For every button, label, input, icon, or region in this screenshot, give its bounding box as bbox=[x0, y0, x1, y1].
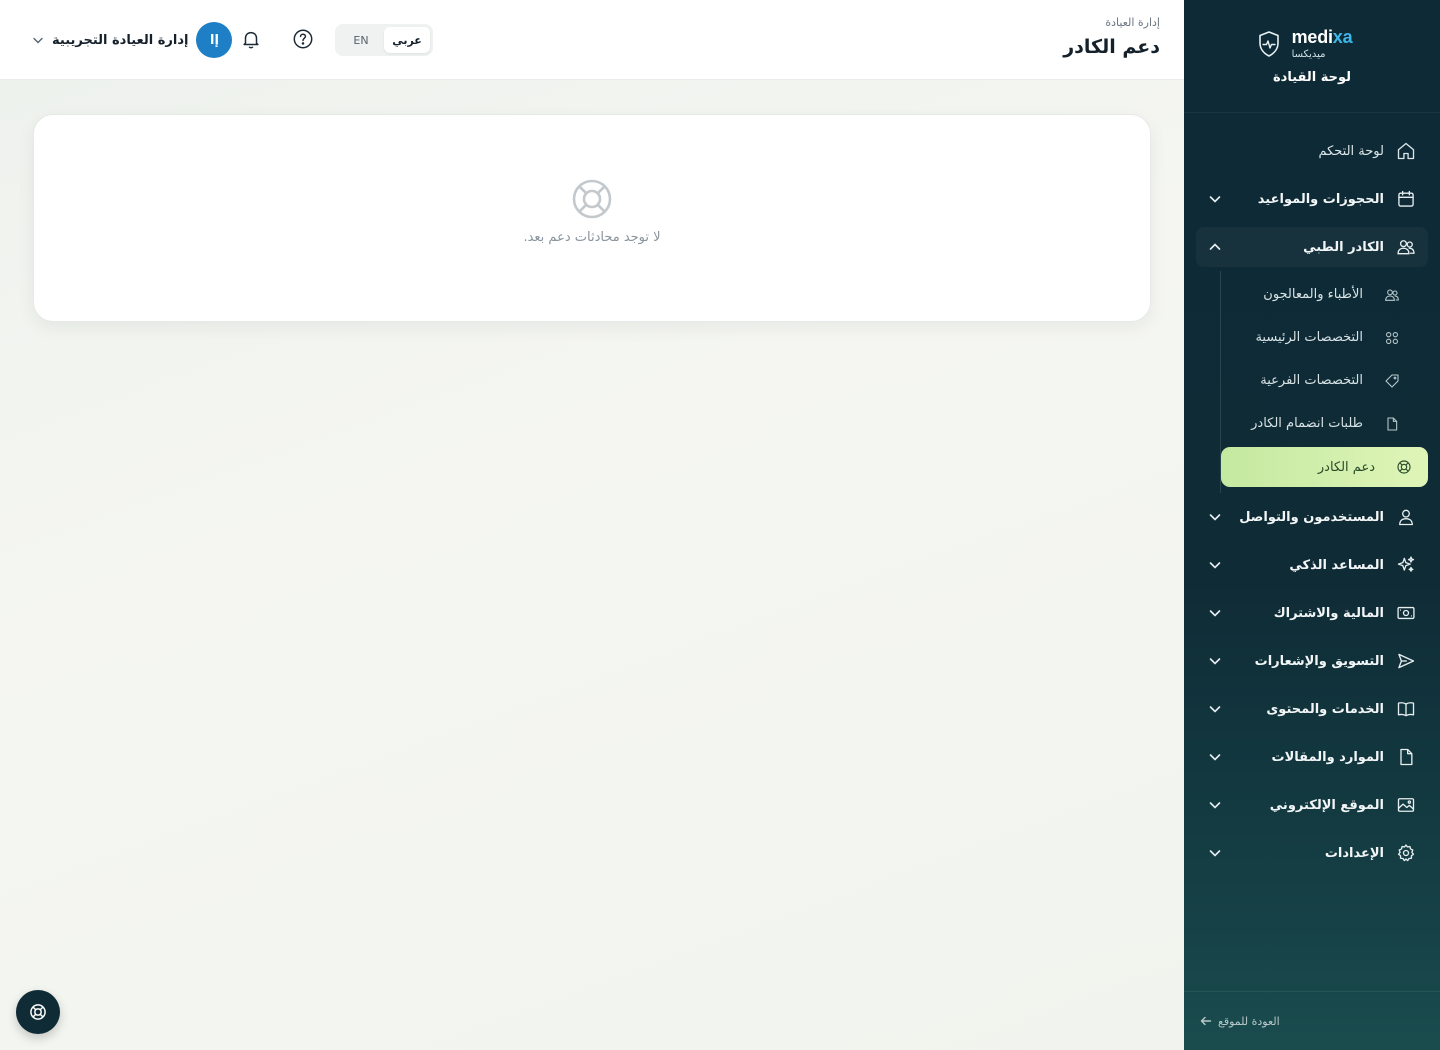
avatar: إا bbox=[196, 22, 233, 58]
sidebar-item-label: الحجوزات والمواعيد bbox=[1257, 191, 1384, 207]
chevron-down-icon bbox=[1209, 658, 1221, 665]
grid-icon bbox=[1385, 331, 1399, 344]
breadcrumb[interactable]: إدارة العيادة bbox=[1105, 16, 1160, 29]
chevron-down-icon bbox=[1209, 610, 1221, 617]
brand: medixa ميديكسا لوحة القيادة bbox=[1184, 0, 1440, 112]
sidebar-item-medical-staff[interactable]: الكادر الطبي bbox=[1196, 227, 1428, 267]
sidebar-item-ai-assistant[interactable]: المساعد الذكي bbox=[1184, 541, 1440, 589]
submenu-item-label: دعم الكادر bbox=[1317, 459, 1375, 475]
chevron-up-icon bbox=[1209, 243, 1221, 250]
sidebar-item-services[interactable]: الخدمات والمحتوى bbox=[1184, 685, 1440, 733]
chevron-down-icon bbox=[1209, 754, 1221, 761]
users-icon bbox=[1397, 240, 1415, 255]
sidebar-submenu-medical-staff: الأطباء والمعالجون التخصصات الرئيسية الت… bbox=[1220, 271, 1428, 493]
sidebar-item-label: لوحة التحكم bbox=[1318, 143, 1384, 159]
user-icon bbox=[1399, 509, 1413, 526]
language-switcher: EN عربي bbox=[335, 24, 433, 56]
sidebar-item-label: الإعدادات bbox=[1324, 845, 1384, 861]
submenu-item-label: التخصصات الفرعية bbox=[1260, 373, 1363, 388]
bell-icon bbox=[243, 31, 259, 49]
submenu-item-doctors[interactable]: الأطباء والمعالجون bbox=[1221, 273, 1428, 316]
lifebuoy-icon bbox=[30, 1004, 46, 1020]
sidebar-item-marketing[interactable]: التسويق والإشعارات bbox=[1184, 637, 1440, 685]
chevron-down-icon bbox=[1209, 706, 1221, 713]
top-header: إدارة العيادة دعم الكادر EN عربي إدارة ا… bbox=[0, 0, 1184, 80]
notifications-button[interactable] bbox=[236, 24, 266, 54]
main-content: لا توجد محادثات دعم بعد. bbox=[0, 80, 1184, 1050]
image-icon bbox=[1397, 798, 1415, 812]
brand-name-en: medixa bbox=[1291, 26, 1353, 47]
dashboard-subtitle: لوحة القيادة bbox=[1272, 69, 1352, 85]
send-icon bbox=[1398, 653, 1415, 669]
chevron-down-icon bbox=[1209, 562, 1221, 569]
lifebuoy-icon bbox=[1397, 460, 1411, 474]
gear-icon bbox=[1397, 844, 1415, 862]
sidebar-item-label: الكادر الطبي bbox=[1303, 239, 1384, 255]
sidebar-item-label: المساعد الذكي bbox=[1289, 557, 1384, 573]
lifebuoy-icon bbox=[572, 179, 612, 218]
users-icon bbox=[1385, 288, 1399, 301]
book-icon bbox=[1397, 702, 1415, 717]
chevron-down-icon bbox=[1209, 850, 1221, 857]
home-icon bbox=[1397, 142, 1415, 160]
sidebar-item-resources[interactable]: الموارد والمقالات bbox=[1184, 733, 1440, 781]
chevron-down-icon bbox=[1209, 802, 1221, 809]
lang-en-button[interactable]: EN bbox=[338, 27, 384, 53]
back-to-site-link[interactable]: العودة للموقع bbox=[1184, 991, 1440, 1050]
calendar-icon bbox=[1398, 190, 1414, 207]
sidebar-item-bookings[interactable]: الحجوزات والمواعيد bbox=[1184, 175, 1440, 223]
sidebar-item-label: الخدمات والمحتوى bbox=[1266, 701, 1384, 717]
sidebar-item-settings[interactable]: الإعدادات bbox=[1184, 829, 1440, 877]
file-icon bbox=[1387, 416, 1398, 431]
back-to-site-label: العودة للموقع bbox=[1218, 1014, 1280, 1028]
help-circle-icon bbox=[293, 29, 313, 49]
sparkles-icon bbox=[1397, 556, 1415, 572]
sidebar-item-website[interactable]: الموقع الإلكتروني bbox=[1184, 781, 1440, 829]
sidebar-item-label: الموارد والمقالات bbox=[1271, 749, 1384, 765]
sidebar-item-label: المستخدمون والتواصل bbox=[1239, 509, 1384, 525]
money-icon bbox=[1397, 606, 1415, 620]
file-icon bbox=[1400, 748, 1413, 766]
brand-text: medixa ميديكسا bbox=[1292, 28, 1353, 60]
tag-icon bbox=[1385, 373, 1399, 388]
chevron-down-icon bbox=[33, 37, 43, 44]
sidebar-item-dashboard[interactable]: لوحة التحكم bbox=[1184, 127, 1440, 175]
submenu-item-label: التخصصات الرئيسية bbox=[1255, 330, 1363, 345]
empty-state-message: لا توجد محادثات دعم بعد. bbox=[523, 229, 661, 245]
help-button[interactable] bbox=[288, 24, 318, 54]
sidebar-item-users[interactable]: المستخدمون والتواصل bbox=[1184, 493, 1440, 541]
empty-state-card: لا توجد محادثات دعم بعد. bbox=[33, 114, 1151, 322]
sidebar-item-finance[interactable]: المالية والاشتراك bbox=[1184, 589, 1440, 637]
support-fab-button[interactable] bbox=[16, 990, 60, 1034]
user-menu[interactable]: إدارة العيادة التجريبية إا bbox=[32, 22, 233, 58]
lang-ar-button[interactable]: عربي bbox=[384, 27, 430, 53]
shield-heartbeat-icon bbox=[1258, 30, 1279, 57]
chevron-down-icon bbox=[1209, 196, 1221, 203]
submenu-item-staff-support[interactable]: دعم الكادر bbox=[1221, 447, 1428, 487]
user-name: إدارة العيادة التجريبية bbox=[52, 32, 189, 48]
sidebar: medixa ميديكسا لوحة القيادة لوحة التحكم … bbox=[1184, 0, 1440, 1050]
brand-name-ar: ميديكسا bbox=[1291, 48, 1326, 60]
submenu-item-sub-specialties[interactable]: التخصصات الفرعية bbox=[1221, 359, 1428, 402]
sidebar-item-label: المالية والاشتراك bbox=[1273, 605, 1384, 621]
arrow-left-icon bbox=[1200, 1016, 1212, 1026]
page-title: دعم الكادر bbox=[1063, 36, 1160, 58]
submenu-item-label: الأطباء والمعالجون bbox=[1263, 287, 1363, 302]
submenu-item-label: طلبات انضمام الكادر bbox=[1251, 416, 1363, 431]
submenu-item-main-specialties[interactable]: التخصصات الرئيسية bbox=[1221, 316, 1428, 359]
submenu-item-join-requests[interactable]: طلبات انضمام الكادر bbox=[1221, 402, 1428, 445]
sidebar-item-label: الموقع الإلكتروني bbox=[1269, 797, 1384, 813]
chevron-down-icon bbox=[1209, 514, 1221, 521]
sidebar-item-label: التسويق والإشعارات bbox=[1254, 653, 1384, 669]
sidebar-nav: لوحة التحكم الحجوزات والمواعيد الكادر ال… bbox=[1184, 113, 1440, 877]
logo[interactable]: medixa ميديكسا bbox=[1258, 28, 1353, 60]
